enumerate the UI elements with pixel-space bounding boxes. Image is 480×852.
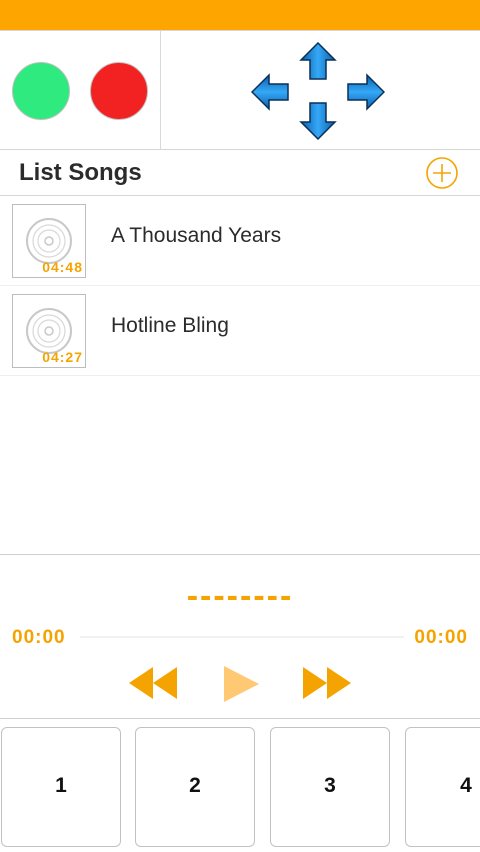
pad-label: 4	[460, 774, 472, 797]
song-row-hotline-bling[interactable]: 04:27 Hotline Bling	[0, 286, 480, 376]
arrow-left-icon[interactable]	[251, 73, 289, 111]
song-duration: 04:48	[42, 259, 83, 275]
arrow-right-icon[interactable]	[347, 73, 385, 111]
song-thumbnail: 04:27	[12, 294, 86, 368]
now-playing-title: --------	[186, 577, 294, 615]
list-title: List Songs	[19, 159, 142, 186]
song-row-a-thousand-years[interactable]: 04:48 A Thousand Years	[0, 196, 480, 286]
player-panel: -------- 00:00 00:00	[0, 554, 480, 720]
status-bar	[0, 0, 480, 30]
song-list: 04:48 A Thousand Years 04:27 Hotline Bli…	[0, 196, 480, 376]
control-panel	[0, 30, 480, 150]
list-header: List Songs	[0, 150, 480, 196]
arrow-down-icon[interactable]	[299, 102, 337, 140]
vinyl-disc-icon	[26, 218, 72, 264]
pad-button-1[interactable]: 1	[1, 727, 121, 847]
pad-button-4[interactable]: 4	[405, 727, 480, 847]
pad-button-2[interactable]: 2	[135, 727, 255, 847]
total-time: 00:00	[414, 627, 468, 648]
red-button[interactable]	[90, 62, 148, 120]
pad-button-3[interactable]: 3	[270, 727, 390, 847]
pad-label: 2	[189, 774, 201, 797]
vinyl-disc-icon	[26, 308, 72, 354]
pad-label: 3	[324, 774, 336, 797]
fast-forward-icon[interactable]	[303, 667, 351, 699]
song-title: Hotline Bling	[111, 314, 229, 337]
song-title: A Thousand Years	[111, 224, 282, 247]
progress-bar[interactable]	[80, 636, 404, 638]
rewind-icon[interactable]	[129, 667, 177, 699]
green-button[interactable]	[12, 62, 70, 120]
plus-circle-icon[interactable]	[426, 157, 458, 189]
song-duration: 04:27	[42, 349, 83, 365]
song-thumbnail: 04:48	[12, 204, 86, 278]
pad-bar: 1 2 3 4	[0, 718, 480, 852]
pad-label: 1	[55, 774, 67, 797]
direction-pad	[160, 31, 480, 151]
current-time: 00:00	[12, 627, 66, 648]
arrow-up-icon[interactable]	[299, 42, 337, 80]
play-icon[interactable]	[222, 665, 260, 703]
